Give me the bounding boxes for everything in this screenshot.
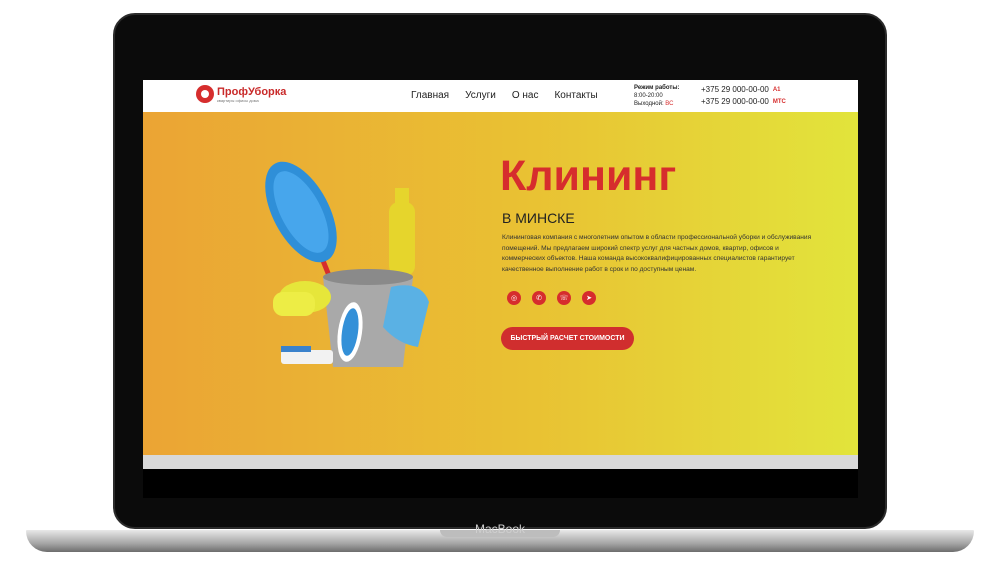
working-hours: Режим работы: 8:00-20:00 Выходной: ВС [634,84,679,108]
screen: ПрофУборка квартиры офисы дома Главная У… [143,80,858,498]
device-label: MacBook [474,522,526,536]
weekend-day: ВС [665,101,674,107]
operator-a1-icon: A1 [772,87,781,93]
phone-row[interactable]: +375 29 000-00-00 A1 [701,84,786,96]
logo[interactable]: ПрофУборка квартиры офисы дома [196,85,286,103]
nav-contacts[interactable]: Контакты [554,90,597,101]
weekend-label: Выходной: [634,101,664,107]
logo-name: ПрофУборка [217,85,287,98]
screen-bottom-area [143,469,858,498]
hours-title: Режим работы: [634,85,680,91]
hero-section: Клининг В МИНСКЕ Клининговая компания с … [143,112,858,455]
logo-tagline: квартиры офисы дома [217,97,259,103]
nav-about[interactable]: О нас [512,90,539,101]
laptop-mockup: MacBook ПрофУборка квартиры офисы дома Г… [0,0,1000,570]
nav-home[interactable]: Главная [411,90,449,101]
phone-list: +375 29 000-00-00 A1 +375 29 000-00-00 М… [701,84,786,108]
phone-row[interactable]: +375 29 000-00-00 МТС [701,96,786,108]
social-links: ◎ ✆ ☏ ➤ [507,291,596,305]
telegram-icon[interactable]: ➤ [582,291,596,305]
quick-estimate-button[interactable]: БЫСТРЫЙ РАСЧЕТ СТОИМОСТИ [501,327,634,350]
cleaning-supplies-illustration [265,161,429,367]
viber-icon[interactable]: ✆ [532,291,546,305]
hours-time: 8:00-20:00 [634,93,663,99]
phone-number[interactable]: +375 29 000-00-00 [701,84,769,96]
logo-icon [196,85,214,103]
operator-mts-icon: МТС [772,99,786,105]
hero-subtitle: В МИНСКЕ [502,210,575,226]
hero-title: Клининг [500,152,677,200]
main-nav: Главная Услуги О нас Контакты [411,90,598,101]
site-header: ПрофУборка квартиры офисы дома Главная У… [143,80,858,112]
phone-number[interactable]: +375 29 000-00-00 [701,96,769,108]
hero-description: Клининговая компания с многолетним опыто… [502,234,812,273]
instagram-icon[interactable]: ◎ [507,291,521,305]
nav-services[interactable]: Услуги [465,90,496,101]
whatsapp-icon[interactable]: ☏ [557,291,571,305]
section-divider [143,455,858,469]
